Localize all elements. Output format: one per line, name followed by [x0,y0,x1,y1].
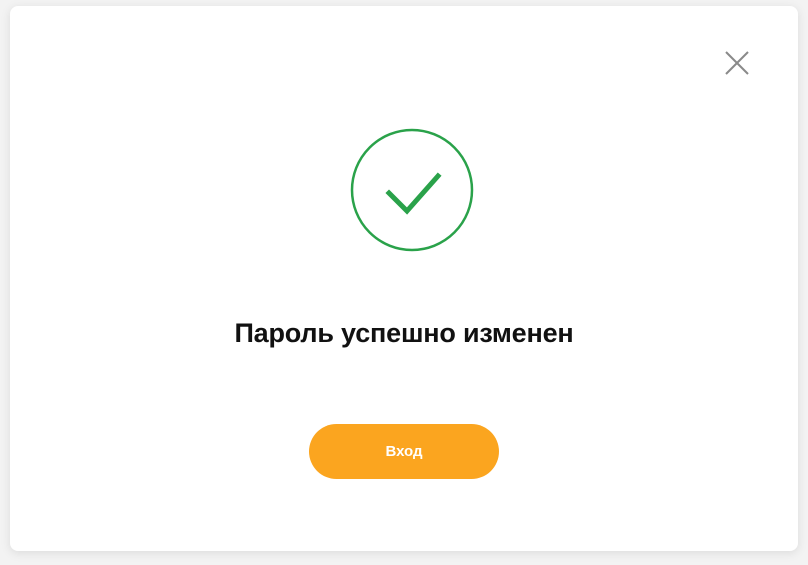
check-circle-icon [350,128,474,252]
login-button[interactable]: Вход [309,424,499,479]
dialog-title: Пароль успешно изменен [234,318,574,348]
password-changed-dialog: Пароль успешно изменен Вход [10,6,798,551]
close-button[interactable] [722,48,752,78]
close-icon [725,51,749,75]
